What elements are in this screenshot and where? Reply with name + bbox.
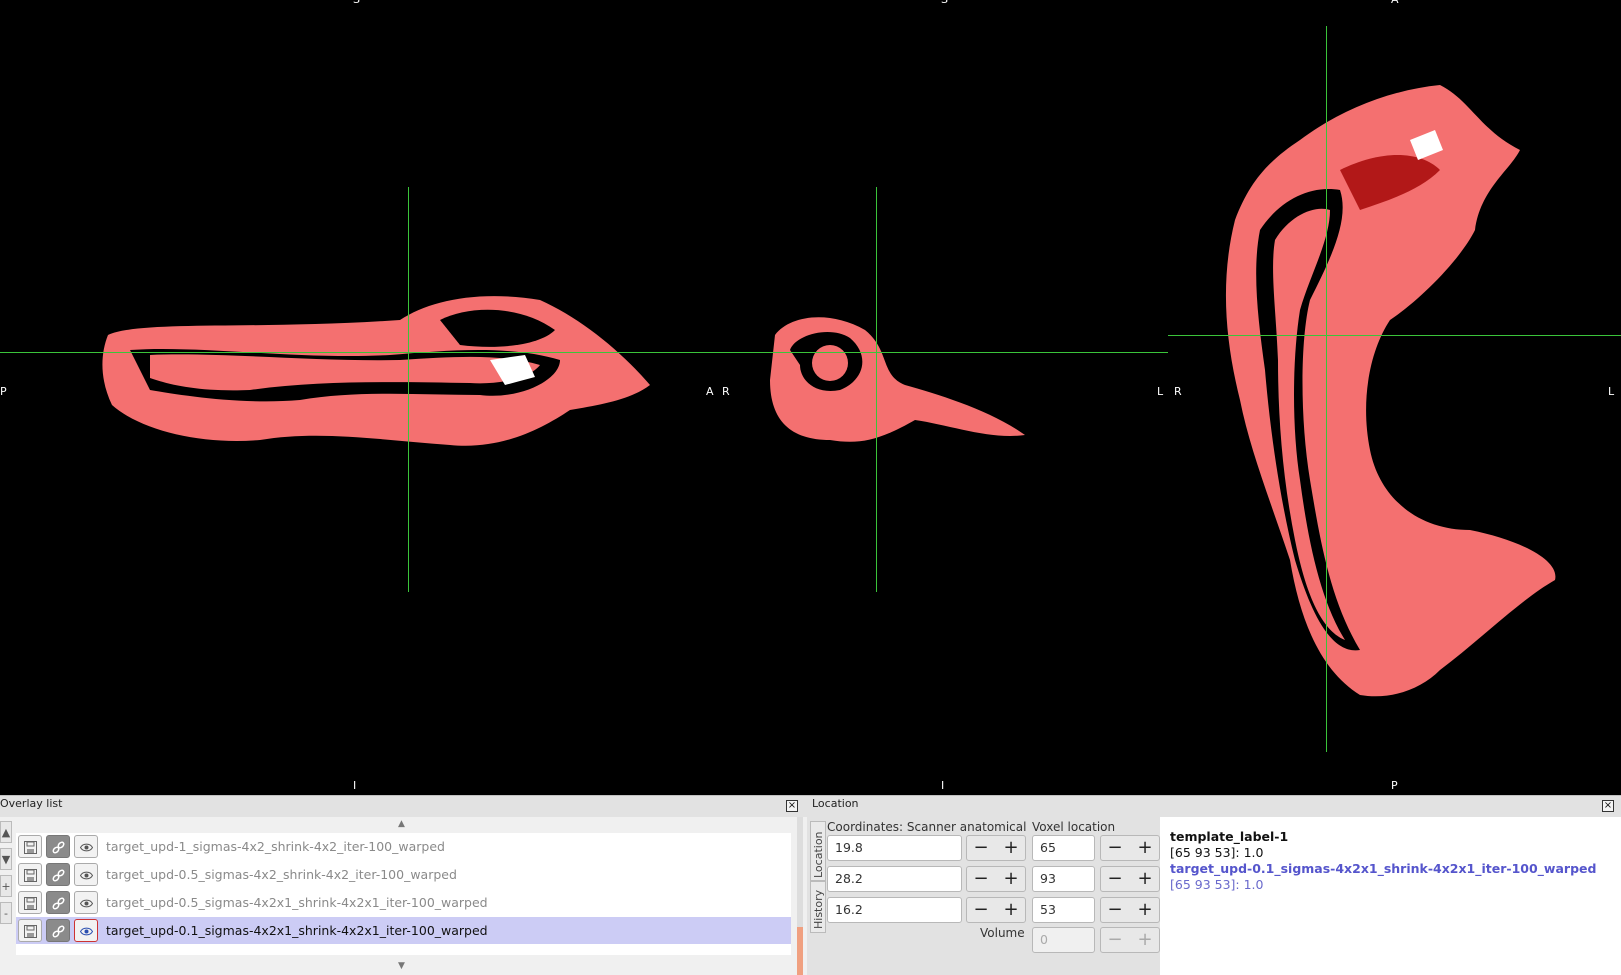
overlay-row[interactable]: target_upd-0.5_sigmas-4x2_shrink-4x2_ite… bbox=[16, 861, 791, 888]
voxel-x-stepper[interactable]: − + bbox=[1100, 835, 1160, 861]
location-panel-close-button[interactable]: × bbox=[1602, 800, 1614, 812]
coordinate-y-stepper[interactable]: − + bbox=[966, 866, 1026, 892]
location-info-panel: template_label-1 [65 93 53]: 1.0 target_… bbox=[1160, 817, 1621, 975]
save-overlay-button[interactable] bbox=[18, 863, 42, 886]
overlay-name: target_upd-0.1_sigmas-4x2x1_shrink-4x2x1… bbox=[106, 923, 488, 938]
overlay-row[interactable]: target_upd-1_sigmas-4x2_shrink-4x2_iter-… bbox=[16, 833, 791, 860]
remove-overlay-button[interactable]: - bbox=[0, 902, 12, 924]
link-overlay-button[interactable] bbox=[46, 891, 70, 914]
bottom-panels: Overlay list × ▲ ▼ + - ▲ target_upd-1_si… bbox=[0, 795, 1621, 975]
orientation-label-top-2: S bbox=[941, 0, 948, 5]
voxel-z-stepper[interactable]: − + bbox=[1100, 897, 1160, 923]
axial-slice bbox=[1225, 85, 1556, 697]
location-panel: Location History Coordinates: Scanner an… bbox=[810, 817, 1621, 975]
tab-location[interactable]: Location bbox=[810, 821, 826, 881]
coordinate-z-stepper[interactable]: − + bbox=[966, 897, 1026, 923]
crosshair-vertical-1 bbox=[408, 187, 409, 592]
scroll-up-arrow-icon[interactable]: ▲ bbox=[398, 819, 405, 829]
scrollbar-thumb[interactable] bbox=[797, 927, 803, 975]
orientation-label-bottom-2: I bbox=[941, 779, 945, 792]
overlay-name: target_upd-0.5_sigmas-4x2_shrink-4x2_ite… bbox=[106, 867, 457, 882]
overlay-list: target_upd-1_sigmas-4x2_shrink-4x2_iter-… bbox=[16, 833, 791, 955]
coordinate-x-field[interactable]: 19.8 bbox=[827, 835, 962, 861]
coordinate-y-field[interactable]: 28.2 bbox=[827, 866, 962, 892]
volume-field: 0 bbox=[1032, 927, 1095, 953]
link-overlay-button[interactable] bbox=[46, 835, 70, 858]
save-overlay-button[interactable] bbox=[18, 835, 42, 858]
crosshair-horizontal-1 bbox=[0, 352, 1168, 353]
coordinate-z-field[interactable]: 16.2 bbox=[827, 897, 962, 923]
eye-icon bbox=[80, 927, 93, 936]
overlay-name: target_upd-0.5_sigmas-4x2x1_shrink-4x2x1… bbox=[106, 895, 488, 910]
orientation-label-top-1: S bbox=[353, 0, 360, 5]
crosshair-vertical-2 bbox=[876, 187, 877, 592]
overlay-list-close-button[interactable]: × bbox=[786, 800, 798, 812]
sagittal-slice bbox=[102, 296, 650, 446]
volume-stepper: − + bbox=[1100, 927, 1160, 953]
link-overlay-button[interactable] bbox=[46, 863, 70, 886]
orientation-label-right-2: L bbox=[1157, 385, 1164, 398]
orientation-label-left-3: R bbox=[1174, 385, 1182, 398]
overlay-list-title: Overlay list bbox=[0, 797, 63, 810]
overlay-row[interactable]: target_upd-0.5_sigmas-4x2x1_shrink-4x2x1… bbox=[16, 889, 791, 916]
voxel-z-field[interactable]: 53 bbox=[1032, 897, 1095, 923]
save-overlay-button[interactable] bbox=[18, 919, 42, 942]
visibility-toggle-button[interactable] bbox=[74, 919, 98, 942]
info-label-name: template_label-1 bbox=[1170, 829, 1289, 844]
link-icon bbox=[52, 841, 65, 854]
visibility-toggle-button[interactable] bbox=[74, 891, 98, 914]
crosshair-horizontal-3 bbox=[1168, 335, 1621, 336]
save-icon bbox=[24, 841, 37, 854]
eye-icon bbox=[80, 871, 93, 880]
orientation-label-bottom-3: P bbox=[1391, 779, 1398, 792]
info-overlay-value: [65 93 53]: 1.0 bbox=[1170, 877, 1264, 892]
move-up-button[interactable]: ▲ bbox=[0, 821, 12, 843]
save-icon bbox=[24, 925, 37, 938]
panel-splitter[interactable] bbox=[797, 817, 803, 975]
coronal-slice bbox=[770, 317, 1025, 442]
info-overlay-name: target_upd-0.1_sigmas-4x2x1_shrink-4x2x1… bbox=[1170, 861, 1597, 876]
link-icon bbox=[52, 897, 65, 910]
orientation-label-right-1: A bbox=[706, 385, 714, 398]
visibility-toggle-button[interactable] bbox=[74, 835, 98, 858]
orientation-label-right-3: L bbox=[1608, 385, 1615, 398]
voxel-y-field[interactable]: 93 bbox=[1032, 866, 1095, 892]
visibility-toggle-button[interactable] bbox=[74, 863, 98, 886]
save-icon bbox=[24, 897, 37, 910]
coordinate-x-stepper[interactable]: − + bbox=[966, 835, 1026, 861]
tab-history[interactable]: History bbox=[810, 881, 826, 933]
eye-icon bbox=[80, 843, 93, 852]
overlay-list-panel: ▲ ▼ + - ▲ target_upd-1_sigmas-4x2_shrink… bbox=[0, 817, 807, 975]
overlay-row-selected[interactable]: target_upd-0.1_sigmas-4x2x1_shrink-4x2x1… bbox=[16, 917, 791, 944]
voxel-x-field[interactable]: 65 bbox=[1032, 835, 1095, 861]
volume-label: Volume bbox=[980, 926, 1025, 940]
crosshair-vertical-3 bbox=[1326, 26, 1327, 752]
info-label-value: [65 93 53]: 1.0 bbox=[1170, 845, 1264, 860]
orientation-label-left-2: R bbox=[722, 385, 730, 398]
add-overlay-button[interactable]: + bbox=[0, 875, 12, 897]
move-down-button[interactable]: ▼ bbox=[0, 848, 12, 870]
overlay-name: target_upd-1_sigmas-4x2_shrink-4x2_iter-… bbox=[106, 839, 445, 854]
save-icon bbox=[24, 869, 37, 882]
save-overlay-button[interactable] bbox=[18, 891, 42, 914]
scroll-down-arrow-icon[interactable]: ▼ bbox=[398, 961, 405, 971]
orientation-label-bottom-1: I bbox=[353, 779, 357, 792]
voxel-y-stepper[interactable]: − + bbox=[1100, 866, 1160, 892]
link-icon bbox=[52, 869, 65, 882]
voxel-location-header: Voxel location bbox=[1032, 820, 1116, 834]
orientation-label-top-3: A bbox=[1391, 0, 1399, 5]
orientation-label-left-1: P bbox=[0, 385, 7, 398]
brain-slices bbox=[102, 85, 1556, 697]
coordinates-header: Coordinates: Scanner anatomical bbox=[827, 820, 1027, 834]
location-panel-title: Location bbox=[812, 797, 859, 810]
link-icon bbox=[52, 925, 65, 938]
eye-icon bbox=[80, 899, 93, 908]
link-overlay-button[interactable] bbox=[46, 919, 70, 942]
image-viewer[interactable]: S S A I I P P A R L R L bbox=[0, 0, 1621, 795]
